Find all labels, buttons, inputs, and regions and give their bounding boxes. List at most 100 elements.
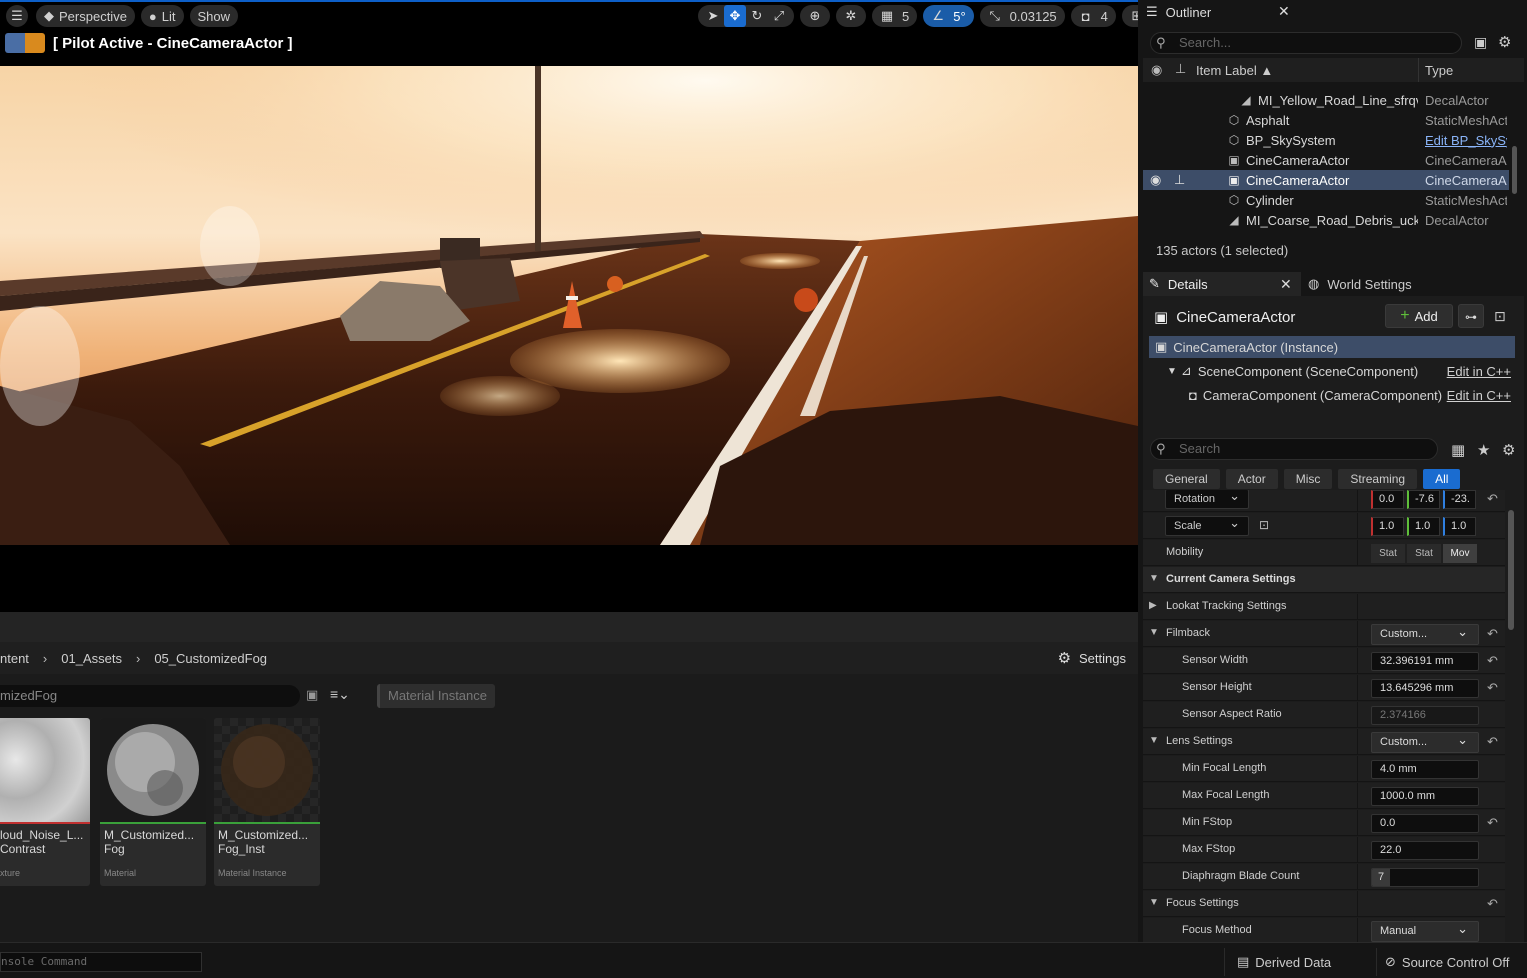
asset-tile[interactable]: M_Customized... Fog_Inst Material Instanc… bbox=[214, 718, 320, 886]
list-item[interactable]: ⬡ Cylinder StaticMeshAct bbox=[1143, 190, 1509, 210]
filter-icon[interactable]: ≡⌄ bbox=[330, 686, 350, 703]
min-fstop-field[interactable]: 0.0 bbox=[1371, 814, 1479, 833]
rotation-z-field[interactable]: -23. bbox=[1443, 490, 1476, 509]
tab-details[interactable]: ✎ Details bbox=[1143, 272, 1301, 296]
console-command-input[interactable]: nsole Command bbox=[0, 952, 202, 972]
lock-icon[interactable]: ⊡ bbox=[1259, 518, 1269, 532]
source-control-button[interactable]: ⊘ Source Control Off bbox=[1376, 948, 1527, 976]
reset-arrow-icon[interactable]: ↶ bbox=[1487, 896, 1498, 912]
filter-actor[interactable]: Actor bbox=[1225, 469, 1278, 489]
list-item[interactable]: ⬡ Asphalt StaticMeshAct bbox=[1143, 110, 1509, 130]
edit-in-cpp-link[interactable]: Edit in C++ bbox=[1447, 388, 1511, 403]
edit-in-cpp-link[interactable]: Edit in C++ bbox=[1447, 364, 1511, 379]
viewport-scene-render[interactable] bbox=[0, 66, 1138, 545]
breadcrumb-item[interactable]: ntent bbox=[0, 651, 29, 666]
rotation-dropdown[interactable]: Rotation bbox=[1165, 490, 1249, 509]
derived-data-button[interactable]: ▤ Derived Data bbox=[1224, 948, 1376, 976]
chevron-down-icon[interactable]: ▼ bbox=[1149, 735, 1159, 746]
outliner-search-input[interactable]: Search... bbox=[1150, 32, 1462, 54]
sensor-height-field[interactable]: 13.645296 mm bbox=[1371, 679, 1479, 698]
chevron-down-icon[interactable]: ▼ bbox=[1149, 897, 1159, 908]
details-search-input[interactable]: Search bbox=[1150, 438, 1438, 460]
scale-y-field[interactable]: 1.0 bbox=[1407, 517, 1440, 536]
lens-preset-dropdown[interactable]: Custom... bbox=[1371, 730, 1479, 753]
sensor-width-field[interactable]: 32.396191 mm bbox=[1371, 652, 1479, 671]
reset-arrow-icon[interactable]: ↶ bbox=[1487, 734, 1498, 750]
filter-misc[interactable]: Misc bbox=[1283, 469, 1333, 489]
select-mode-icon[interactable]: ➤ bbox=[702, 5, 724, 27]
component-row-instance[interactable]: ▣ CineCameraActor (Instance) bbox=[1149, 336, 1515, 358]
component-row-camera[interactable]: ◘ CameraComponent (CameraComponent) Edit… bbox=[1149, 384, 1515, 406]
gear-icon[interactable]: ⚙ bbox=[1502, 441, 1515, 459]
category-current-camera-settings[interactable]: ▼ Current Camera Settings bbox=[1143, 567, 1505, 593]
scale-snap-toggle[interactable]: ⤡ 0.03125 bbox=[979, 5, 1065, 27]
filter-chip[interactable]: Material Instance bbox=[377, 684, 495, 708]
mobility-static[interactable]: Stat bbox=[1371, 544, 1405, 563]
pin-icon[interactable]: ⊥ bbox=[1175, 61, 1186, 77]
max-focal-length-field[interactable]: 1000.0 mm bbox=[1371, 787, 1479, 806]
property-lookat-tracking[interactable]: ▶ Lookat Tracking Settings bbox=[1143, 594, 1505, 620]
chevron-right-icon[interactable]: › bbox=[136, 651, 140, 666]
camera-speed-button[interactable]: ◘ 4 bbox=[1070, 5, 1116, 27]
max-fstop-field[interactable]: 22.0 bbox=[1371, 841, 1479, 860]
filter-general[interactable]: General bbox=[1153, 469, 1220, 489]
add-component-button[interactable]: + Add bbox=[1385, 304, 1453, 328]
list-item[interactable]: ◢ MI_Coarse_Road_Debris_uckl DecalActor bbox=[1143, 210, 1509, 230]
filter-streaming[interactable]: Streaming bbox=[1338, 469, 1418, 489]
scale-mode-icon[interactable]: ⤢ bbox=[768, 5, 790, 27]
rotation-y-field[interactable]: -7.6 bbox=[1407, 490, 1440, 509]
outliner-scrollbar[interactable] bbox=[1512, 146, 1517, 194]
breadcrumb-item[interactable]: 05_CustomizedFog bbox=[154, 651, 267, 666]
list-item[interactable]: ◢ MI_Yellow_Road_Line_sfrqv DecalActor bbox=[1143, 90, 1509, 110]
table-view-icon[interactable]: ▦ bbox=[1451, 441, 1465, 459]
list-item-selected[interactable]: ◉ ⊥ ▣ CineCameraActor CineCameraAc bbox=[1143, 170, 1509, 190]
column-item-label[interactable]: Item Label ▲ bbox=[1196, 63, 1273, 78]
content-browser-settings-button[interactable]: ⚙ Settings bbox=[1058, 649, 1126, 667]
pin-icon[interactable]: ⊥ bbox=[1174, 172, 1185, 188]
close-icon[interactable]: ✕ bbox=[1280, 276, 1292, 293]
mobility-stationary[interactable]: Stat bbox=[1407, 544, 1441, 563]
reset-arrow-icon[interactable]: ↶ bbox=[1487, 680, 1498, 696]
chevron-down-icon[interactable]: ▼ bbox=[1167, 366, 1177, 377]
asset-search-input[interactable]: mizedFog bbox=[0, 685, 300, 707]
reset-arrow-icon[interactable]: ↶ bbox=[1487, 815, 1498, 831]
tab-outliner[interactable]: ☰ Outliner bbox=[1146, 0, 1296, 24]
min-focal-length-field[interactable]: 4.0 mm bbox=[1371, 760, 1479, 779]
hamburger-menu-icon[interactable]: ☰ bbox=[6, 5, 28, 27]
chevron-right-icon[interactable]: › bbox=[43, 651, 47, 666]
focus-method-dropdown[interactable]: Manual bbox=[1371, 919, 1479, 942]
new-folder-icon[interactable]: ▣ bbox=[1474, 34, 1487, 51]
rotation-snap-toggle[interactable]: ∠ 5° bbox=[923, 5, 974, 27]
show-button[interactable]: Show bbox=[189, 5, 239, 27]
save-search-icon[interactable]: ▣ bbox=[306, 687, 318, 703]
scale-dropdown[interactable]: Scale bbox=[1165, 514, 1249, 536]
scale-x-field[interactable]: 1.0 bbox=[1371, 517, 1404, 536]
lit-button[interactable]: ● Lit bbox=[140, 5, 184, 27]
blueprint-button[interactable]: ⊶ bbox=[1458, 304, 1484, 328]
world-space-icon[interactable]: ⊕ bbox=[804, 5, 826, 27]
close-icon[interactable]: ✕ bbox=[1278, 3, 1290, 20]
reset-arrow-icon[interactable]: ↶ bbox=[1487, 491, 1498, 507]
layout-icon[interactable]: ⊞ bbox=[1126, 5, 1138, 27]
breadcrumb-item[interactable]: 01_Assets bbox=[61, 651, 122, 666]
star-icon[interactable]: ★ bbox=[1477, 441, 1490, 459]
scale-z-field[interactable]: 1.0 bbox=[1443, 517, 1476, 536]
level-viewport[interactable]: ☰ ◆ Perspective ● Lit Show ➤ ✥ ↻ ⤢ ⊕ ✲ ▦ 5 … bbox=[0, 0, 1138, 612]
mobility-movable[interactable]: Mov bbox=[1443, 544, 1477, 563]
component-row-scene[interactable]: ▼ ⊿ SceneComponent (SceneComponent) Edit… bbox=[1149, 360, 1515, 382]
diaphragm-blade-count-field[interactable]: 7 bbox=[1371, 868, 1479, 887]
filter-all[interactable]: All bbox=[1423, 469, 1461, 489]
list-item[interactable]: ▣ CineCameraActor CineCameraAc bbox=[1143, 150, 1509, 170]
grid-snap-toggle[interactable]: ▦ 5 bbox=[872, 5, 918, 27]
reset-arrow-icon[interactable]: ↶ bbox=[1487, 653, 1498, 669]
list-item[interactable]: ⬡ BP_SkySystem Edit BP_SkySy bbox=[1143, 130, 1509, 150]
surface-snap-icon[interactable]: ✲ bbox=[840, 5, 862, 27]
eye-icon[interactable]: ◉ bbox=[1150, 172, 1161, 188]
filmback-preset-dropdown[interactable]: Custom... bbox=[1371, 622, 1479, 645]
column-type[interactable]: Type bbox=[1425, 63, 1453, 78]
lock-icon[interactable]: ⊡ bbox=[1494, 308, 1506, 325]
translate-mode-icon[interactable]: ✥ bbox=[724, 5, 746, 27]
details-scrollbar[interactable] bbox=[1508, 510, 1514, 630]
rotate-mode-icon[interactable]: ↻ bbox=[746, 5, 768, 27]
tab-world-settings[interactable]: ◍ World Settings bbox=[1308, 272, 1412, 296]
